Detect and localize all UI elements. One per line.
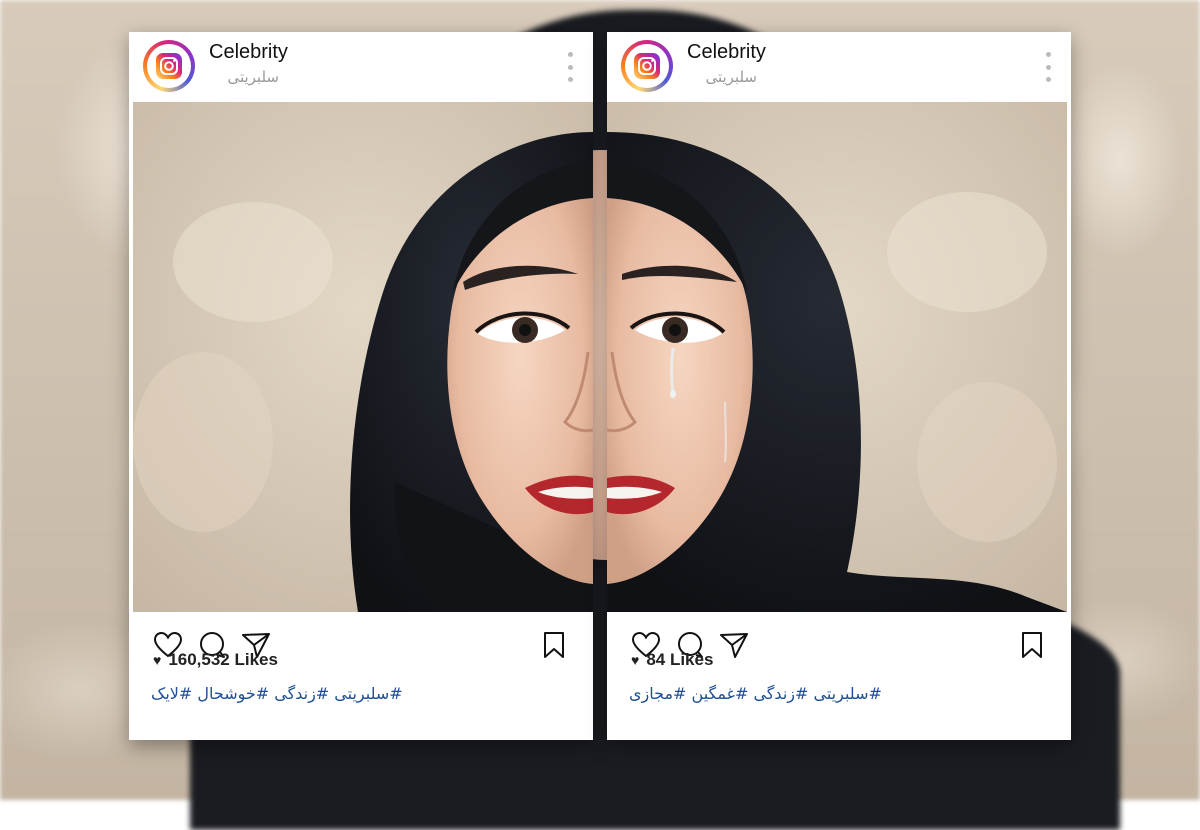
- likes-count[interactable]: ♥ 84 Likes: [631, 650, 713, 670]
- post-hashtags[interactable]: #سلبریتی #زندگی #خوشحال #لایک: [151, 684, 403, 703]
- post-subname: سلبریتی: [227, 68, 279, 86]
- likes-text: 160,532 Likes: [168, 650, 278, 669]
- instagram-logo-icon: [156, 53, 182, 79]
- post-photo[interactable]: [607, 102, 1067, 612]
- post-card-happy: Celebrity سلبریتی ♥ 160,532 Likes #سلبری…: [129, 32, 593, 740]
- post-photo[interactable]: [133, 102, 593, 612]
- likes-text: 84 Likes: [646, 650, 714, 669]
- post-header: Celebrity سلبریتی: [129, 32, 593, 102]
- bookmark-icon[interactable]: [1017, 630, 1047, 660]
- post-hashtags[interactable]: #سلبریتی #زندگی #غمگین #مجازی: [629, 684, 882, 703]
- instagram-logo-icon: [634, 53, 660, 79]
- post-username[interactable]: Celebrity: [687, 41, 766, 64]
- post-header: Celebrity سلبریتی: [607, 32, 1071, 102]
- post-subname: سلبریتی: [705, 68, 757, 86]
- post-username[interactable]: Celebrity: [209, 41, 288, 64]
- bookmark-icon[interactable]: [539, 630, 569, 660]
- post-photo-image: [133, 102, 593, 612]
- more-vertical-icon[interactable]: [565, 52, 575, 82]
- heart-small-icon: ♥: [153, 652, 162, 668]
- likes-count[interactable]: ♥ 160,532 Likes: [153, 650, 278, 670]
- profile-avatar[interactable]: [141, 38, 197, 94]
- send-icon[interactable]: [719, 630, 749, 660]
- post-card-sad: Celebrity سلبریتی ♥ 84 Likes #سلبریتی #ز…: [607, 32, 1071, 740]
- more-vertical-icon[interactable]: [1043, 52, 1053, 82]
- heart-small-icon: ♥: [631, 652, 640, 668]
- profile-avatar[interactable]: [619, 38, 675, 94]
- post-photo-image: [607, 102, 1067, 612]
